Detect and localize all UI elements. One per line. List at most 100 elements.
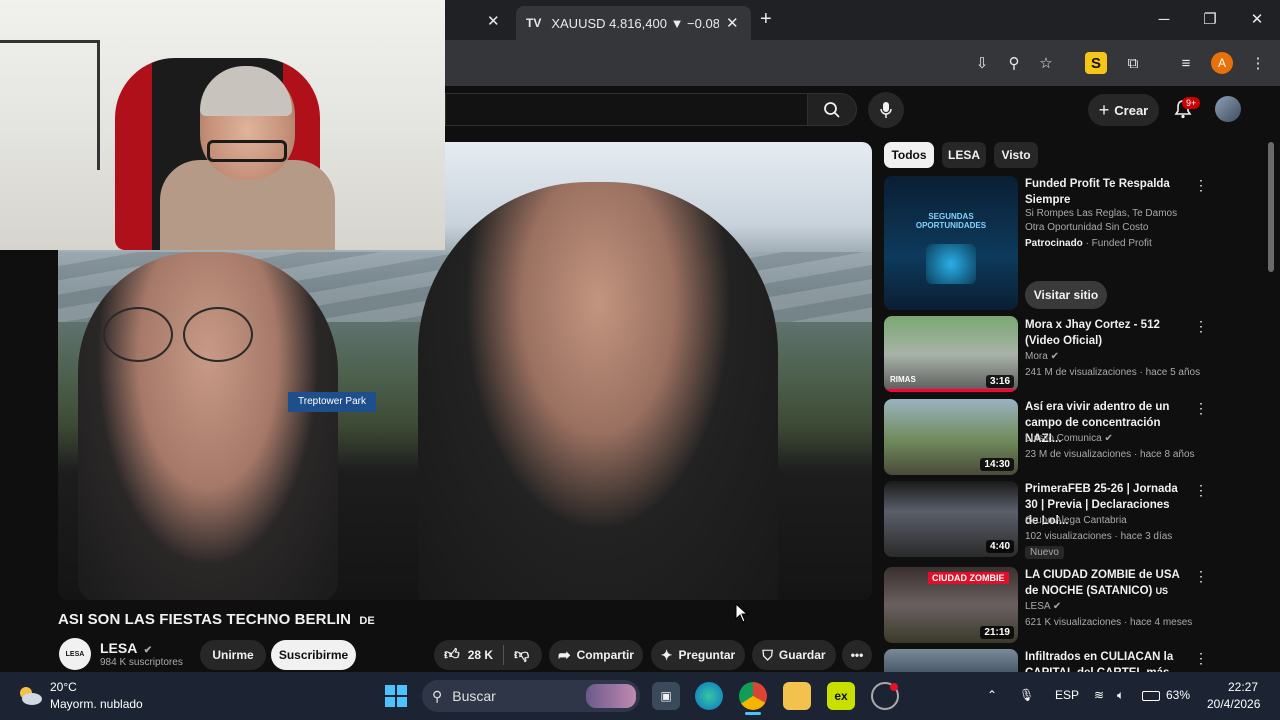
like-button[interactable]: 👍︎ 28 K — [444, 646, 493, 664]
close-tab-icon[interactable]: ✕ — [487, 12, 500, 30]
exness-app-icon[interactable]: ex — [827, 682, 855, 710]
tab-previous[interactable]: ✕ — [448, 6, 508, 36]
search-button[interactable] — [807, 93, 857, 126]
video-title-suffix: DE — [359, 615, 375, 627]
new-tab-button[interactable]: + — [760, 8, 772, 31]
ad-thumbnail-figure — [926, 244, 976, 284]
plus-icon: + — [1098, 99, 1110, 120]
video-meta: 23 M de visualizaciones · hace 8 años — [1025, 449, 1195, 460]
video-person-left — [78, 252, 338, 600]
video-thumbnail[interactable]: RIMAS 3:16 — [884, 316, 1018, 392]
microphone-icon — [880, 102, 892, 118]
extension-s-icon[interactable]: S — [1085, 52, 1107, 74]
video-menu-icon[interactable]: ⋮ — [1194, 481, 1208, 499]
edge-icon[interactable] — [695, 682, 723, 710]
ask-button[interactable]: ✦ Preguntar — [651, 640, 745, 670]
mouse-cursor-icon — [735, 603, 749, 623]
chrome-icon[interactable] — [739, 682, 767, 710]
video-title-link[interactable]: Mora x Jhay Cortez - 512 (Video Oficial) — [1025, 317, 1185, 349]
tray-overflow-icon[interactable]: ⌃ — [987, 688, 997, 702]
search-input[interactable] — [445, 93, 807, 126]
divider — [503, 645, 505, 665]
video-menu-icon[interactable]: ⋮ — [1194, 649, 1208, 667]
video-thumbnail[interactable]: 14:30 — [884, 399, 1018, 475]
search-icon: ⚲ — [432, 687, 443, 704]
video-channel[interactable]: Mora ✔ — [1025, 349, 1205, 365]
station-sign: Treptower Park — [288, 392, 376, 412]
ad-description: Si Rompes Las Reglas, Te Damos Otra Opor… — [1025, 208, 1178, 233]
chip-lesa[interactable]: LESA — [942, 142, 986, 168]
video-title: ASI SON LAS FIESTAS TECHNO BERLIN DE — [58, 611, 375, 628]
restore-icon[interactable]: ❐ — [1198, 8, 1222, 32]
volume-icon[interactable]: 🔈︎ — [1117, 688, 1124, 703]
video-meta: 621 K visualizaciones · hace 4 meses — [1025, 617, 1193, 628]
file-explorer-icon[interactable] — [783, 682, 811, 710]
profile-avatar[interactable]: A — [1211, 52, 1233, 74]
share-icon: ➦ — [558, 647, 571, 664]
video-thumbnail[interactable] — [884, 649, 1018, 672]
video-glasses — [103, 307, 173, 362]
ad-thumbnail[interactable]: SEGUNDAS OPORTUNIDADES — [884, 176, 1018, 310]
new-badge: Nuevo — [1025, 546, 1064, 559]
ad-menu-icon[interactable]: ⋮ — [1194, 176, 1208, 194]
microphone-icon[interactable]: 🎙︎ — [1019, 688, 1034, 702]
close-tab-icon[interactable]: ✕ — [726, 14, 739, 32]
video-thumbnail[interactable]: 4:40 — [884, 481, 1018, 557]
video-channel[interactable]: Grupo Alega Cantabria — [1025, 513, 1205, 529]
ad-title[interactable]: Funded Profit Te Respalda Siempre — [1025, 176, 1185, 208]
taskbar-search[interactable]: ⚲ Buscar — [422, 680, 640, 712]
video-menu-icon[interactable]: ⋮ — [1194, 567, 1208, 585]
extensions-puzzle-icon[interactable]: ⧉ — [1122, 52, 1144, 74]
video-title-link[interactable]: LA CIUDAD ZOMBIE de USA de NOCHE (SATANI… — [1025, 567, 1185, 599]
battery-icon[interactable] — [1142, 691, 1160, 701]
save-button[interactable]: ⛉ Guardar — [752, 640, 836, 670]
account-avatar[interactable] — [1215, 96, 1241, 122]
install-app-icon[interactable]: ⇩ — [971, 52, 993, 74]
video-title-link[interactable]: Infiltrados en CULIACAN la CAPITAL del C… — [1025, 649, 1185, 672]
close-window-icon[interactable]: ✕ — [1245, 8, 1269, 32]
subscribe-button[interactable]: Suscribirme — [271, 640, 356, 670]
clock-time[interactable]: 22:27 — [1228, 680, 1258, 694]
video-channel[interactable]: LESA ✔ — [1025, 599, 1205, 615]
language-indicator[interactable]: ESP — [1055, 688, 1079, 702]
tradingview-icon: TV — [526, 16, 542, 30]
sponsored-label: Patrocinado — [1025, 238, 1083, 249]
video-duration: 3:16 — [985, 375, 1014, 388]
dislike-button[interactable]: 👎︎ — [514, 646, 529, 664]
channel-text: LESA — [1025, 601, 1051, 612]
voice-search-button[interactable] — [868, 92, 904, 128]
video-menu-icon[interactable]: ⋮ — [1194, 317, 1208, 335]
browser-menu-icon[interactable]: ⋮ — [1247, 52, 1269, 74]
channel-name-text: LESA — [100, 640, 137, 656]
more-actions-button[interactable]: ••• — [842, 640, 872, 670]
wifi-icon[interactable]: ≋ — [1094, 688, 1104, 702]
media-control-icon[interactable]: ≡ — [1175, 52, 1197, 74]
video-thumbnail[interactable]: CIUDAD ZOMBIE 21:19 — [884, 567, 1018, 643]
channel-avatar[interactable]: LESA — [59, 638, 91, 670]
channel-name[interactable]: LESA ✔ — [100, 640, 152, 656]
like-dislike-group: 👍︎ 28 K 👎︎ — [434, 640, 542, 670]
bookmark-star-icon[interactable]: ☆ — [1035, 52, 1057, 74]
weather-cloud-icon — [16, 683, 44, 707]
zoom-icon[interactable]: ⚲ — [1003, 52, 1025, 74]
chip-todos[interactable]: Todos — [884, 142, 934, 168]
notification-dot — [890, 683, 898, 691]
ask-label: Preguntar — [678, 648, 736, 662]
minimize-icon[interactable]: ─ — [1152, 8, 1176, 32]
windows-start-icon[interactable] — [382, 682, 410, 710]
subscriber-count: 984 K suscriptores — [100, 657, 183, 668]
tab-xauusd[interactable]: TV XAUUSD 4.816,400 ▼ −0.08% S ✕ — [516, 6, 751, 40]
chip-visto[interactable]: Visto — [994, 142, 1038, 168]
visit-site-button[interactable]: Visitar sitio — [1025, 281, 1107, 309]
video-duration: 4:40 — [985, 540, 1014, 553]
task-view-icon[interactable]: ▣ — [652, 682, 680, 710]
share-button[interactable]: ➦ Compartir — [549, 640, 643, 670]
share-label: Compartir — [576, 648, 634, 662]
video-menu-icon[interactable]: ⋮ — [1194, 399, 1208, 417]
create-button[interactable]: + Crear — [1088, 94, 1159, 126]
join-button[interactable]: Unirme — [200, 640, 266, 670]
video-channel[interactable]: Luisito Comunica ✔ — [1025, 431, 1205, 447]
clock-date[interactable]: 20/4/2026 — [1207, 697, 1260, 711]
sidebar-scrollbar[interactable] — [1268, 142, 1274, 272]
video-title-suffix: US — [1155, 586, 1169, 596]
